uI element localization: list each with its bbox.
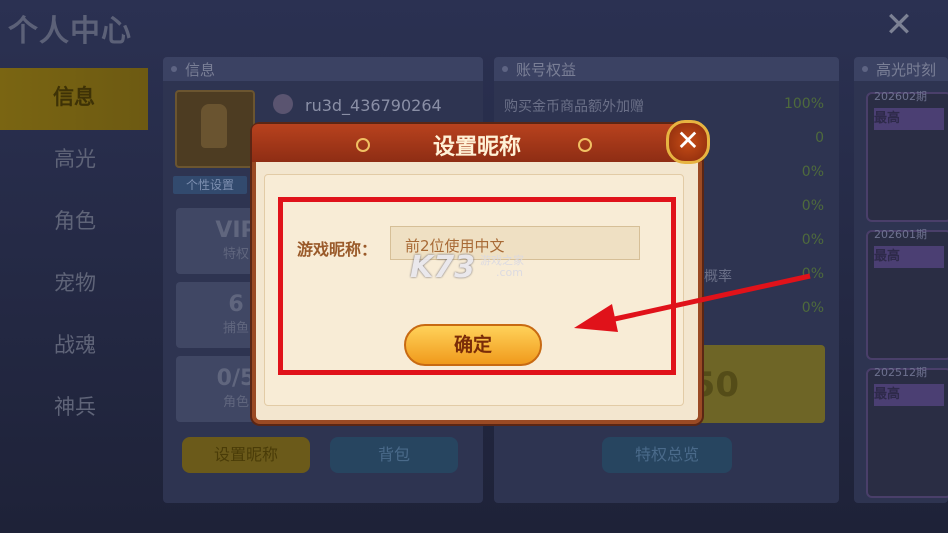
dialog-close-icon[interactable]: ✕ <box>666 120 710 164</box>
benefit-value: 100% <box>783 96 824 112</box>
highlight-panel-header: 高光时刻 <box>854 57 948 81</box>
nav-item-war-soul[interactable]: 战魂 <box>0 316 150 378</box>
avatar[interactable] <box>175 90 255 168</box>
benefit-row: 购买金币商品额外加赠 100% <box>504 96 824 118</box>
info-panel-header: 信息 <box>163 57 483 81</box>
nav-item-role[interactable]: 角色 <box>0 192 150 254</box>
highlight-panel-title: 高光时刻 <box>876 61 937 79</box>
annotation-arrow-icon <box>574 273 811 332</box>
custom-settings-tag[interactable]: 个性设置 <box>173 176 247 194</box>
highlight-card-period: 202512期 <box>874 366 927 379</box>
highlight-card[interactable]: 202602期 最高 <box>866 90 948 222</box>
side-nav: 信息 高光 角色 宠物 战魂 神兵 <box>0 68 150 440</box>
privilege-overview-button[interactable]: 特权总览 <box>602 437 732 473</box>
benefit-value: 0% <box>801 164 824 180</box>
ornament-icon <box>578 138 592 152</box>
benefit-value: 0% <box>801 198 824 214</box>
page-title: 个人中心 <box>8 14 132 49</box>
account-panel-title: 账号权益 <box>516 61 577 79</box>
watermark-logo: K73 游戏之家 .com <box>410 250 524 285</box>
watermark-main: K73 <box>410 250 475 285</box>
nav-item-info[interactable]: 信息 <box>0 68 148 130</box>
highlight-card[interactable]: 202512期 最高 <box>866 366 948 498</box>
account-panel-header: 账号权益 <box>494 57 839 81</box>
highlight-card-badge: 最高 <box>874 246 944 268</box>
watermark-domain: .com <box>496 266 523 279</box>
dialog-title: 设置昵称 <box>432 135 521 160</box>
username: ru3d_436790264 <box>305 96 442 115</box>
nickname-label: 游戏昵称： <box>297 240 378 259</box>
benefit-value: 0% <box>801 232 824 248</box>
benefit-label: 购买金币商品额外加赠 <box>504 99 644 115</box>
benefit-value: 0 <box>815 130 824 146</box>
highlight-card-badge: 最高 <box>874 108 944 130</box>
nav-item-pet[interactable]: 宠物 <box>0 254 150 316</box>
nav-item-divine-weapon[interactable]: 神兵 <box>0 378 150 440</box>
highlight-card-period: 202601期 <box>874 228 927 241</box>
highlight-card-badge: 最高 <box>874 384 944 406</box>
set-nickname-button[interactable]: 设置昵称 <box>182 437 310 473</box>
close-icon[interactable]: ✕ <box>884 8 914 42</box>
confirm-button[interactable]: 确定 <box>404 324 542 366</box>
highlight-card-period: 202602期 <box>874 90 927 103</box>
dialog-header: 设置昵称 <box>252 124 702 162</box>
info-panel-title: 信息 <box>185 61 216 79</box>
highlight-card[interactable]: 202601期 最高 <box>866 228 948 360</box>
nav-item-highlight[interactable]: 高光 <box>0 130 150 192</box>
backpack-button[interactable]: 背包 <box>330 437 458 473</box>
user-id-icon <box>273 94 293 114</box>
